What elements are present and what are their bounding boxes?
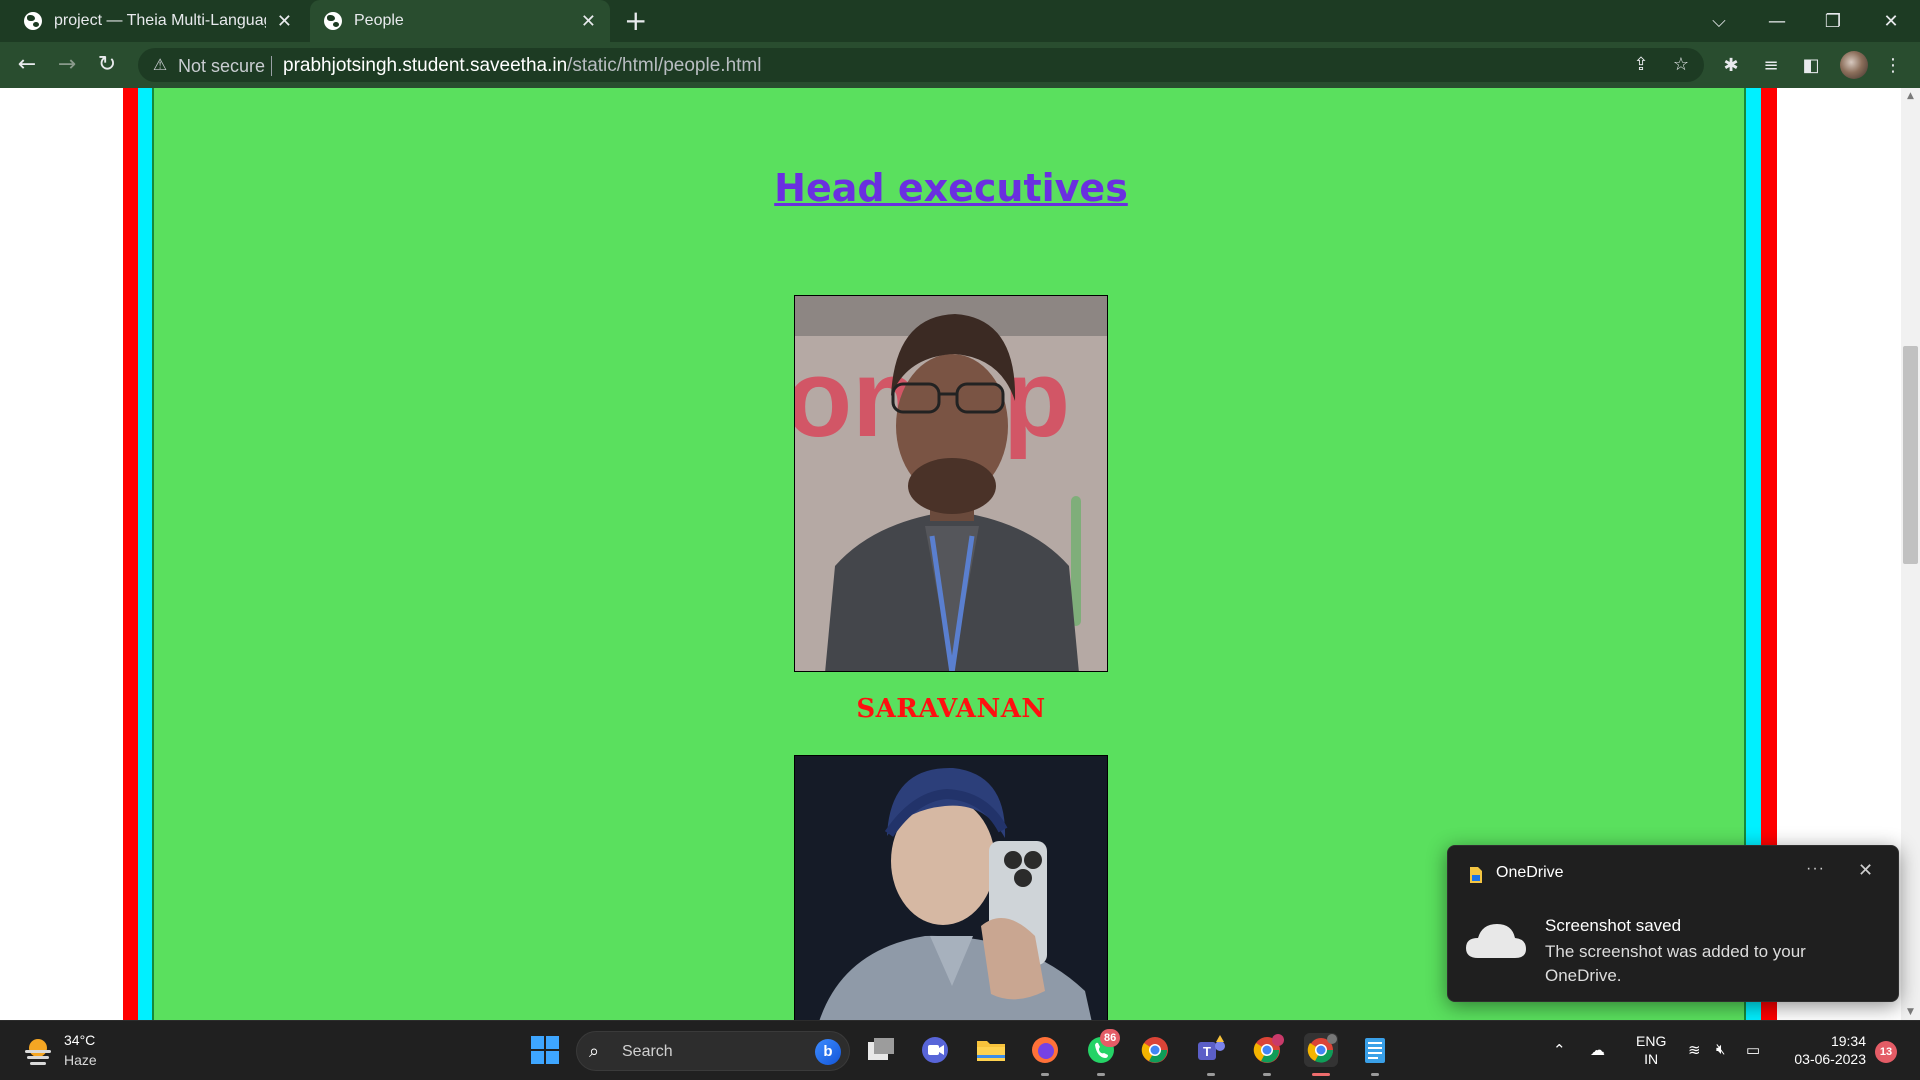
chrome-active-icon[interactable] (1304, 1033, 1338, 1067)
running-indicator (1263, 1073, 1271, 1076)
clock-date: 03-06-2023 (1794, 1051, 1866, 1067)
left-red-border (123, 88, 138, 1020)
left-cyan-border (138, 88, 152, 1020)
person-photo (794, 755, 1108, 1020)
head-executives-link[interactable]: Head executives (774, 166, 1128, 210)
cloud-icon (1466, 924, 1526, 958)
running-indicator (1207, 1073, 1215, 1076)
tab-title: project — Theia Multi-Language (54, 12, 266, 29)
tab-strip: project — Theia Multi-Language ✕ People … (0, 0, 1920, 42)
active-indicator (1312, 1073, 1330, 1076)
svg-text:p: p (1003, 337, 1070, 460)
extensions-icon[interactable]: ✱ (1718, 53, 1744, 79)
running-indicator (1041, 1073, 1049, 1076)
url-text[interactable]: prabhjotsingh.student.saveetha.in/static… (283, 55, 761, 77)
scroll-down-icon[interactable]: ▼ (1901, 1004, 1920, 1020)
wifi-icon[interactable]: ≋ (1688, 1041, 1701, 1059)
new-tab-icon[interactable]: + (624, 6, 647, 36)
forward-icon[interactable]: → (53, 51, 81, 79)
close-window-icon[interactable]: ✕ (1864, 0, 1918, 42)
scrollbar-thumb[interactable] (1903, 346, 1918, 564)
back-icon[interactable]: ← (13, 51, 41, 79)
notepad-icon[interactable] (1358, 1033, 1392, 1067)
url-path: /static/html/people.html (567, 55, 762, 76)
address-bar[interactable]: ⚠ Not secure prabhjotsingh.student.savee… (138, 48, 1704, 82)
more-options-icon[interactable]: ··· (1806, 860, 1825, 878)
side-panel-icon[interactable]: ◧ (1798, 53, 1824, 79)
task-view-icon[interactable] (864, 1033, 898, 1067)
windows-taskbar: 34°C Haze ⌕ Search b 86 T ⌃ ☁ ENG IN ≋ 🔇… (0, 1020, 1920, 1080)
lang-line1: ENG (1636, 1033, 1667, 1049)
clock-time: 19:34 (1830, 1033, 1866, 1049)
battery-icon[interactable]: ▭ (1746, 1041, 1760, 1059)
person-photo-turban-selfie (795, 756, 1107, 1020)
notification-title: Screenshot saved (1545, 916, 1682, 935)
haze-weather-icon[interactable] (22, 1035, 54, 1067)
tab-search-chevron-icon[interactable]: ⌵ (1692, 0, 1746, 42)
meet-now-icon[interactable] (918, 1033, 952, 1067)
warning-icon[interactable]: ⚠ (150, 55, 170, 75)
weather-description[interactable]: Haze (64, 1052, 97, 1068)
globe-icon (324, 12, 342, 30)
tab-theia-project[interactable]: project — Theia Multi-Language ✕ (24, 0, 306, 42)
search-label: Search (622, 1043, 673, 1060)
profile-avatar[interactable] (1840, 51, 1868, 79)
close-notification-icon[interactable]: ✕ (1858, 860, 1873, 881)
tab-people[interactable]: People ✕ (310, 0, 610, 42)
teams-icon[interactable]: T (1194, 1033, 1228, 1067)
menu-kebab-icon[interactable]: ⋮ (1880, 53, 1906, 79)
share-icon[interactable]: ⇪ (1630, 54, 1652, 76)
person-name: SARAVANAN (856, 694, 1046, 724)
svg-text:T: T (1203, 1044, 1211, 1059)
chrome-icon[interactable] (1138, 1033, 1172, 1067)
restore-icon[interactable]: ❐ (1806, 0, 1860, 42)
file-explorer-icon[interactable] (974, 1033, 1008, 1067)
windows-start-icon[interactable] (528, 1033, 562, 1067)
running-indicator (1371, 1073, 1379, 1076)
close-tab-icon[interactable]: ✕ (277, 11, 292, 31)
close-tab-icon[interactable]: ✕ (581, 11, 596, 31)
reload-icon[interactable]: ↻ (93, 51, 121, 79)
page-title: Head executives (154, 166, 1748, 210)
bookmark-star-icon[interactable]: ☆ (1670, 54, 1692, 76)
onedrive-tray-icon[interactable]: ☁ (1590, 1041, 1605, 1059)
tab-title: People (354, 12, 404, 29)
volume-muted-icon[interactable]: 🔇︎ (1716, 1041, 1725, 1058)
input-language[interactable]: ENG IN (1636, 1032, 1666, 1068)
globe-icon (24, 12, 42, 30)
whatsapp-badge: 86 (1100, 1029, 1121, 1047)
person-photo: on p (794, 295, 1108, 672)
notification-body: The screenshot was added to your OneDriv… (1545, 942, 1806, 985)
person-photo-glasses-lanyard: on p (795, 296, 1107, 671)
separator (271, 56, 272, 76)
onedrive-app-icon (1470, 867, 1482, 883)
scroll-up-icon[interactable]: ▲ (1901, 88, 1920, 104)
lang-line2: IN (1644, 1051, 1659, 1067)
minimize-icon[interactable]: — (1750, 0, 1804, 42)
notification-app-name: OneDrive (1496, 864, 1564, 881)
bing-icon[interactable]: b (815, 1039, 841, 1065)
browser-toolbar: ← → ↻ ⚠ Not secure prabhjotsingh.student… (0, 42, 1920, 88)
chrome-profile-icon[interactable] (1250, 1033, 1284, 1067)
search-icon: ⌕ (589, 1041, 600, 1061)
system-clock[interactable]: 19:34 03-06-2023 (1784, 1032, 1866, 1068)
weather-temperature[interactable]: 34°C (64, 1032, 95, 1048)
running-indicator (1097, 1073, 1105, 1076)
onedrive-notification[interactable]: OneDrive ··· ✕ Screenshot saved The scre… (1447, 845, 1899, 1002)
url-host: prabhjotsingh.student.saveetha.in (283, 55, 568, 76)
show-hidden-icons-chevron-icon[interactable]: ⌃ (1553, 1041, 1566, 1059)
notification-center-badge[interactable]: 13 (1875, 1041, 1897, 1063)
media-queue-icon[interactable]: ≡ (1758, 53, 1784, 79)
taskbar-search[interactable]: ⌕ Search b (576, 1031, 850, 1071)
security-status[interactable]: Not secure (178, 56, 265, 77)
firefox-icon[interactable] (1028, 1033, 1062, 1067)
